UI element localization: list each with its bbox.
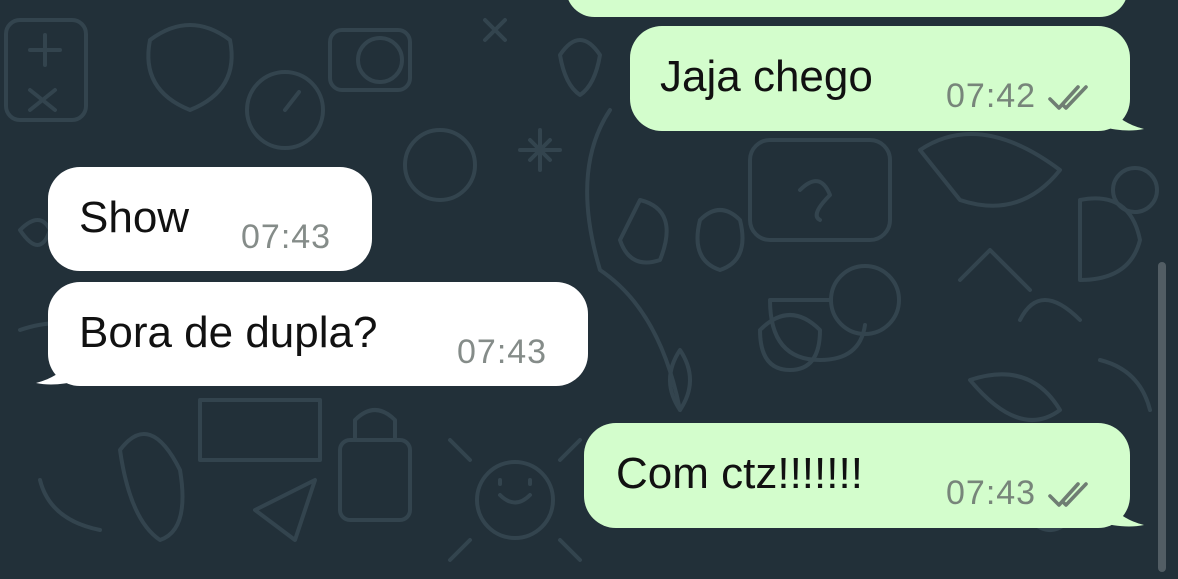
message-time: 07:43 bbox=[946, 474, 1037, 512]
message-bubble-outgoing[interactable]: Jaja chego 07:42 bbox=[630, 26, 1130, 131]
message-bubble-incoming[interactable]: Bora de dupla? 07:43 bbox=[48, 282, 588, 386]
message-meta: 07:42 bbox=[946, 77, 1094, 116]
message-text: Com ctz!!!!!!! bbox=[616, 449, 863, 498]
message-text: Jaja chego bbox=[660, 52, 873, 101]
double-check-icon bbox=[1048, 481, 1088, 507]
message-bubble-incoming[interactable]: Show 07:43 bbox=[48, 167, 372, 271]
message-time: 07:42 bbox=[946, 77, 1037, 115]
message-bubble-partial[interactable] bbox=[566, 0, 1128, 17]
chat-area: Jaja chego 07:42 Show 07:43 Bora de dupl… bbox=[0, 0, 1178, 579]
message-time: 07:43 bbox=[241, 218, 332, 256]
message-text: Bora de dupla? bbox=[79, 308, 378, 357]
message-meta: 07:43 bbox=[946, 474, 1094, 513]
message-time: 07:43 bbox=[457, 333, 548, 371]
message-bubble-outgoing[interactable]: Com ctz!!!!!!! 07:43 bbox=[584, 423, 1130, 528]
message-meta: 07:43 bbox=[241, 218, 331, 257]
message-text: Show bbox=[79, 193, 190, 242]
scrollbar-thumb[interactable] bbox=[1158, 262, 1166, 572]
message-meta: 07:43 bbox=[457, 333, 547, 372]
double-check-icon bbox=[1048, 84, 1088, 110]
